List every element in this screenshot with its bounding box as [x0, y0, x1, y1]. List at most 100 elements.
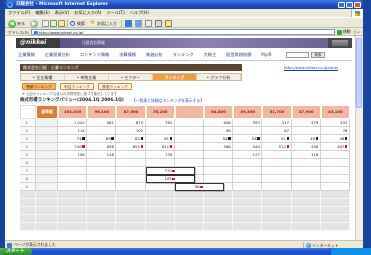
tab-ranking[interactable]: ランキング: [153, 74, 197, 80]
cell-value: 698: [106, 143, 114, 149]
column-header[interactable]: 59,300: [233, 105, 263, 119]
flag-mark-icon: [257, 137, 260, 140]
nav-item[interactable]: ランキング: [173, 52, 194, 58]
empty-table-cell: [174, 199, 204, 207]
table-title: 株式市場ランキングバリュー(2004.1Q 2006.1Q): [20, 98, 124, 103]
table-cell: [87, 127, 117, 135]
tab-graph-analysis[interactable]: • グラフ分析: [197, 74, 241, 80]
tab-sector[interactable]: • セクター: [109, 74, 153, 80]
cell-value: 49: [310, 135, 316, 141]
stop-icon[interactable]: [42, 20, 49, 27]
start-button[interactable]: スタート: [0, 248, 32, 255]
column-header: 基準値: [36, 105, 58, 119]
table-cell: [36, 159, 58, 167]
refresh-icon[interactable]: [50, 20, 57, 27]
flag-mark-icon: [169, 145, 173, 148]
site-logo[interactable]: @nikkei: [16, 38, 60, 48]
table-cell: 102: [116, 127, 146, 135]
site-search-button[interactable]: 検索: [311, 51, 325, 58]
edit-icon[interactable]: [165, 20, 172, 27]
nav-item[interactable]: MyIR: [261, 52, 271, 58]
search-icon[interactable]: [70, 20, 75, 26]
column-header[interactable]: 47,900: [291, 105, 321, 119]
column-header[interactable]: 87,500: [116, 105, 146, 119]
performance-ranking-button[interactable]: 業績ランキング: [22, 83, 56, 90]
empty-table-cell: [36, 223, 58, 231]
table-cell: 98: [204, 127, 234, 135]
cell-value: 4: [25, 143, 28, 149]
favorites-star-icon[interactable]: ★: [90, 19, 95, 25]
nav-item[interactable]: 企業投資分析: [45, 52, 70, 58]
table-cell: 114: [58, 127, 88, 135]
column-header[interactable]: 43,100: [320, 105, 350, 119]
go-button[interactable]: 移動: [337, 29, 351, 35]
url-input[interactable]: http://www.nikkei.co.jp/: [31, 29, 335, 35]
cell-value: 540: [252, 143, 260, 149]
mail-icon[interactable]: [145, 20, 152, 27]
profit-ranking-button[interactable]: 利益ランキング: [60, 83, 94, 90]
nav-item[interactable]: コンテンツ情報: [80, 52, 109, 58]
nav-item[interactable]: 大株主: [204, 52, 217, 58]
flag-mark-icon: [140, 137, 144, 140]
nav-item[interactable]: 企業情報: [18, 52, 35, 58]
column-header[interactable]: 64,800: [204, 105, 234, 119]
cell-value: 762: [165, 119, 173, 125]
history-icon[interactable]: [135, 20, 142, 27]
table-detail-link[interactable]: 【一覧表と詳細なランキングを表示する】: [132, 98, 204, 103]
nav-item[interactable]: 決算情報: [119, 52, 136, 58]
menu-favorites[interactable]: お気に入り(A): [74, 9, 101, 17]
table-cell[interactable]: 98: [174, 183, 225, 191]
home-icon[interactable]: [58, 20, 65, 27]
info-link[interactable]: http://www.nikkei.co.jp/rank/: [284, 65, 338, 70]
table-cell[interactable]: 105: [145, 175, 196, 183]
tab-single-company[interactable]: • 単独企業: [65, 74, 109, 80]
forward-arrow-icon[interactable]: ▶: [30, 19, 38, 28]
page-done-icon: [7, 242, 12, 248]
column-header[interactable]: 98,100: [87, 105, 117, 119]
table-cell: [262, 151, 292, 159]
menu-tools[interactable]: ツール(T): [106, 9, 124, 17]
media-icon[interactable]: [125, 20, 132, 27]
column-header[interactable]: 76,200: [145, 105, 175, 119]
search-button-label[interactable]: 検索: [77, 21, 85, 26]
site-search-input[interactable]: [286, 51, 309, 58]
menu-help[interactable]: ヘルプ(H): [130, 9, 149, 17]
empty-table-cell: [262, 199, 292, 207]
table-cell: 46: [320, 135, 350, 143]
column-header[interactable]: [174, 105, 204, 119]
minimize-button[interactable]: [338, 1, 345, 8]
table-cell: [174, 159, 204, 167]
internet-explorer-icon: e: [7, 1, 13, 8]
maximize-button[interactable]: [346, 1, 353, 8]
desktop: e 日経会社 - Microsoft Internet Explorer ファイ…: [0, 0, 371, 255]
cell-value: 740: [74, 143, 82, 149]
scrollbar-thumb[interactable]: [356, 38, 362, 108]
table-cell: 467: [320, 143, 350, 151]
menu-file[interactable]: ファイル(F): [8, 9, 30, 17]
column-header[interactable]: 102,000: [58, 105, 88, 119]
stock-price-ranking-button[interactable]: 株価ランキング: [98, 83, 132, 90]
row-label: 5: [20, 151, 36, 159]
table-cell: 655: [116, 143, 146, 151]
go-arrow-icon: [337, 29, 342, 35]
empty-table-cell: [320, 199, 350, 207]
close-button[interactable]: [354, 1, 361, 8]
print-icon[interactable]: [155, 20, 162, 27]
table-cell: [145, 183, 175, 191]
nav-item[interactable]: 株価分析: [146, 52, 163, 58]
back-button-label[interactable]: 戻る: [17, 21, 25, 26]
empty-table-cell: [204, 199, 234, 207]
empty-table-cell: [20, 223, 36, 231]
menu-edit[interactable]: 編集(E): [35, 9, 49, 17]
tab-all-industries[interactable]: • 全企業種: [21, 74, 65, 80]
back-arrow-icon[interactable]: ◀: [8, 19, 16, 28]
empty-table-cell: [20, 215, 36, 223]
cell-value: 98: [194, 184, 200, 189]
favorites-button-label[interactable]: お気に入り: [97, 21, 117, 26]
table-cell: [87, 183, 117, 191]
table-cell[interactable]: 770: [145, 167, 196, 175]
menu-view[interactable]: 表示(V): [55, 9, 70, 17]
site-nav: 企業情報 企業投資分析 コンテンツ情報 決算情報 株価分析 ランキング 大株主 …: [18, 52, 272, 58]
nav-item[interactable]: 経営財務指標: [226, 52, 251, 58]
column-header[interactable]: 51,700: [262, 105, 292, 119]
